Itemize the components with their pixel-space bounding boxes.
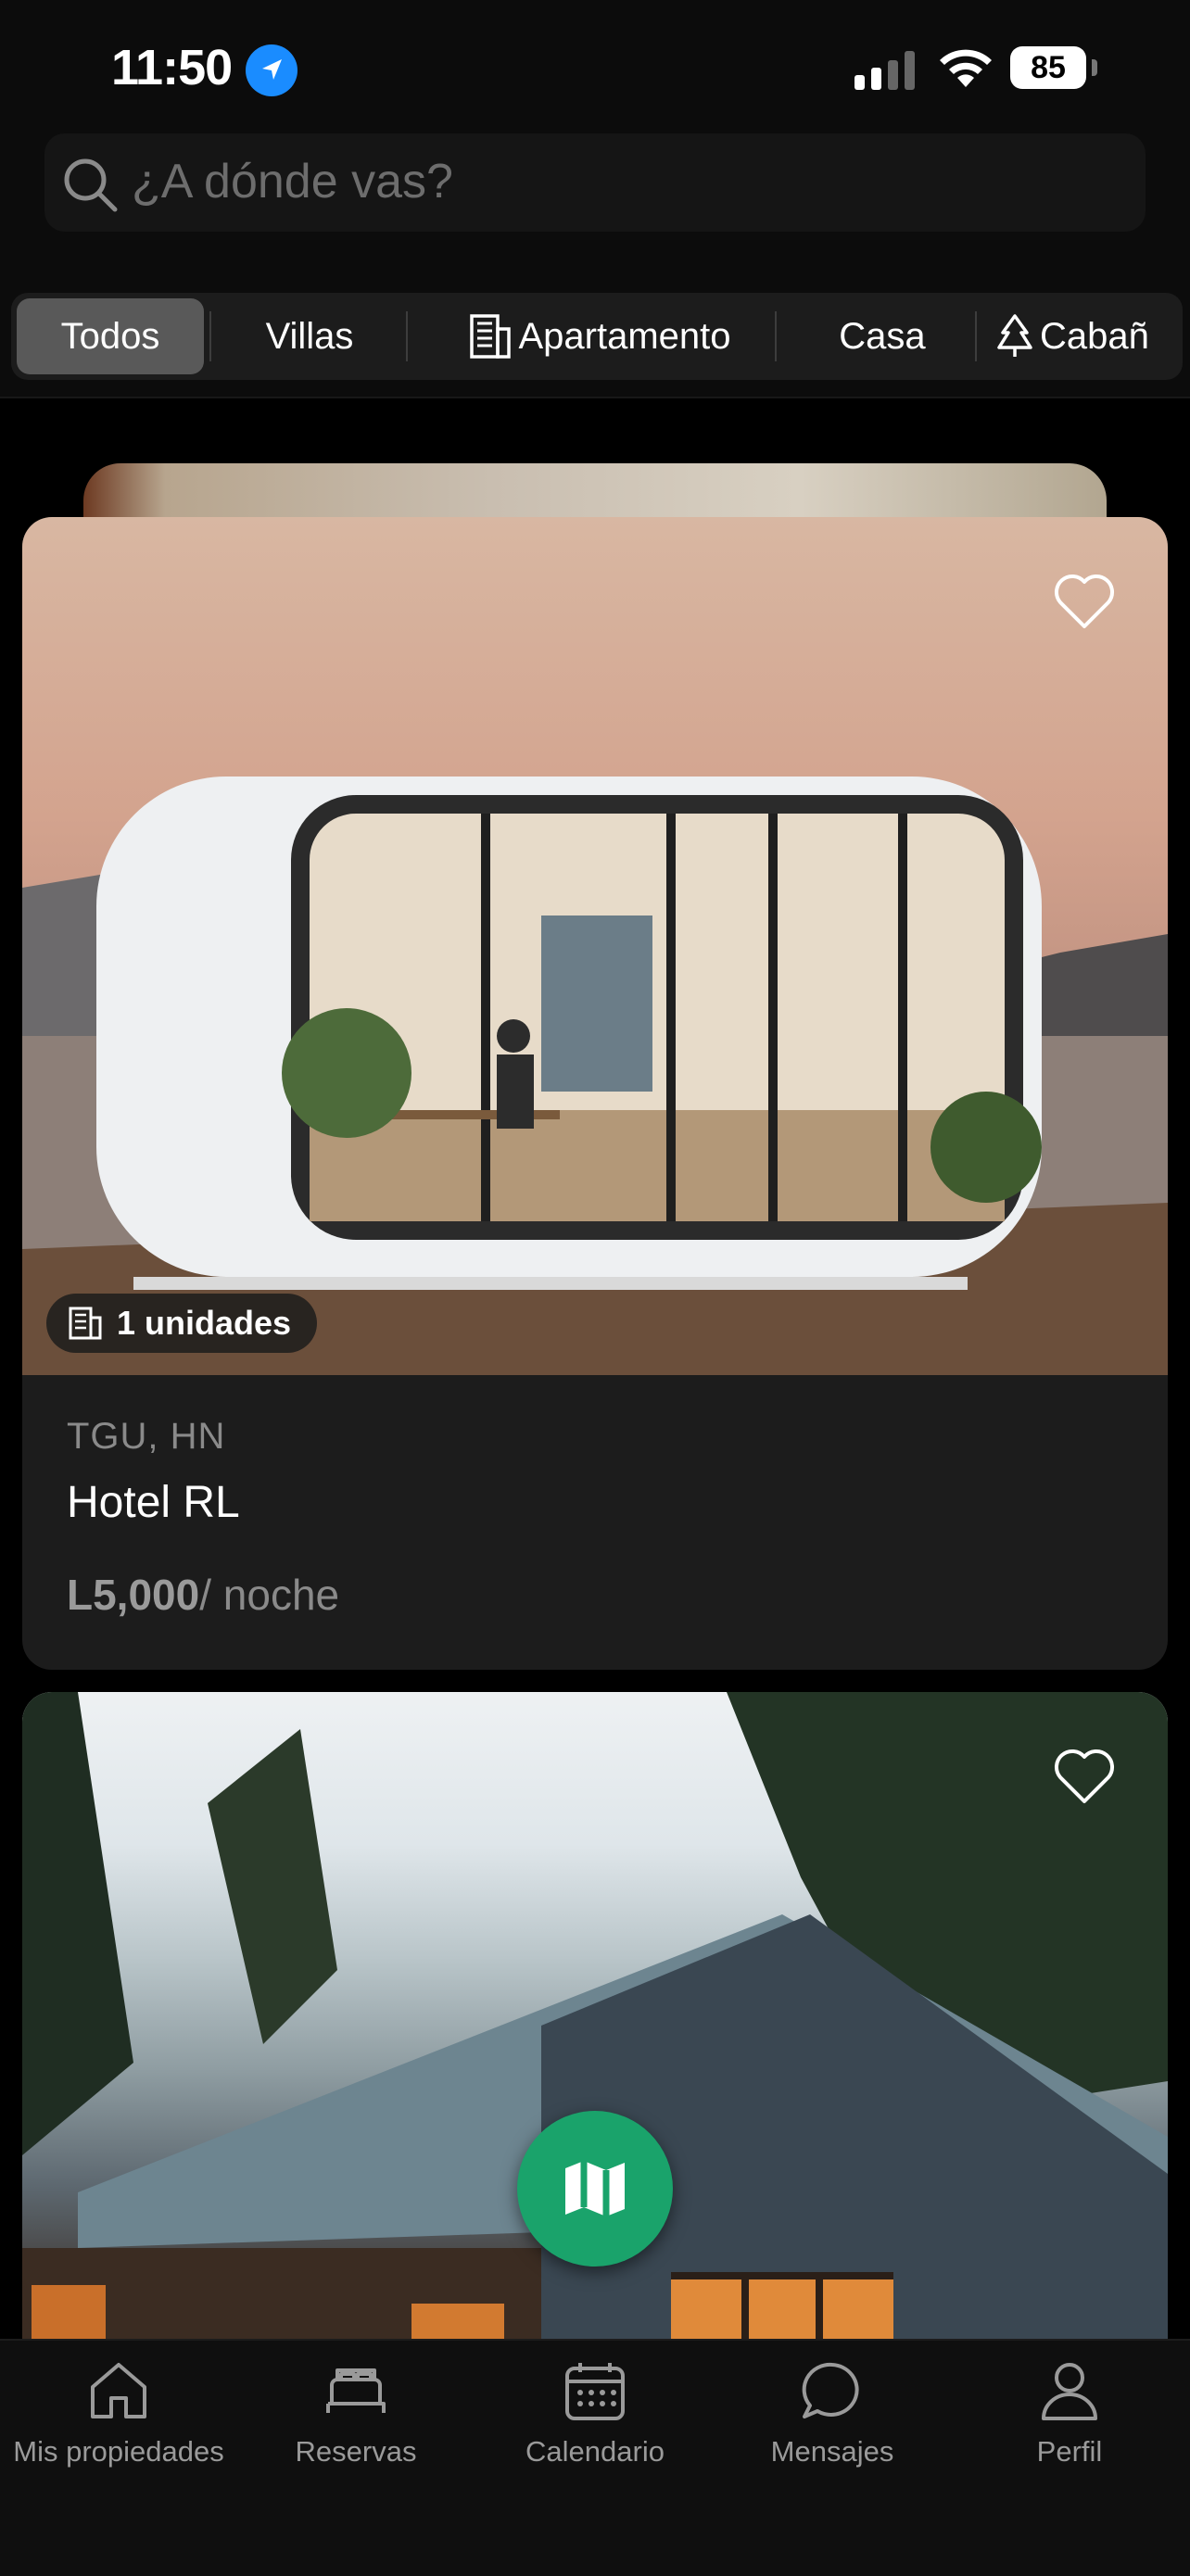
bed-icon [326,2368,386,2413]
filter-divider [406,311,408,361]
location-arrow-icon [246,44,298,96]
favorite-heart-icon[interactable] [1051,571,1118,637]
listing-price: L5,000 [67,1571,200,1619]
calendar-icon [565,2363,625,2420]
filter-chip-apartamento[interactable]: Apartamento [432,298,766,374]
units-badge: 1 unidades [46,1294,318,1353]
filter-divider [775,311,777,361]
map-view-button[interactable] [517,2111,673,2267]
tab-mis-propiedades[interactable]: Mis propiedades [0,2341,237,2489]
home-icon [91,2363,146,2418]
tab-perfil[interactable]: Perfil [951,2341,1188,2489]
category-filter-bar: Todos Villas Apartamento Casa Cabañ [11,293,1183,380]
status-time: 11:50 [111,40,233,95]
map-icon [565,2161,625,2216]
filter-divider [209,311,211,361]
filter-chip-todos[interactable]: Todos [17,298,204,374]
pod-illustration [22,777,1168,1375]
listing-title: Hotel RL [67,1478,240,1527]
listing-card[interactable] [22,1692,1168,2452]
tab-mensajes[interactable]: Mensajes [714,2341,951,2489]
listing-card-peek[interactable] [83,463,1107,519]
listing-price-row: L5,000/ noche [67,1570,339,1620]
cellular-signal-icon [855,51,919,90]
building-icon [69,1307,102,1340]
tab-calendario[interactable]: Calendario [476,2341,714,2489]
filter-chip-villas[interactable]: Villas [217,298,402,374]
search-icon [61,156,120,220]
filter-divider [975,311,977,361]
building-icon [470,314,512,359]
cabin-illustration [22,1692,1168,2452]
wifi-icon [936,46,995,94]
filter-chip-cabana[interactable]: Cabañ [994,298,1183,374]
listing-price-unit: / noche [199,1571,340,1619]
listing-location: TGU, HN [67,1416,226,1457]
favorite-heart-icon[interactable] [1051,1746,1118,1812]
battery-indicator: 85 [1010,46,1086,89]
battery-tip [1092,59,1097,76]
search-placeholder: ¿A dónde vas? [132,155,453,208]
tab-reservas[interactable]: Reservas [237,2341,475,2489]
listing-photo: 1 unidades [22,517,1168,1375]
listing-photo [22,1692,1168,2452]
listing-card[interactable]: 1 unidades TGU, HN Hotel RL L5,000/ noch… [22,517,1168,1670]
header-divider [0,397,1190,398]
person-icon [1042,2363,1097,2420]
filter-chip-casa[interactable]: Casa [790,298,975,374]
bottom-tab-bar: Mis propiedades Reservas Calendario Mens… [0,2339,1190,2576]
tree-icon [997,314,1032,357]
chat-bubble-icon [802,2362,859,2418]
